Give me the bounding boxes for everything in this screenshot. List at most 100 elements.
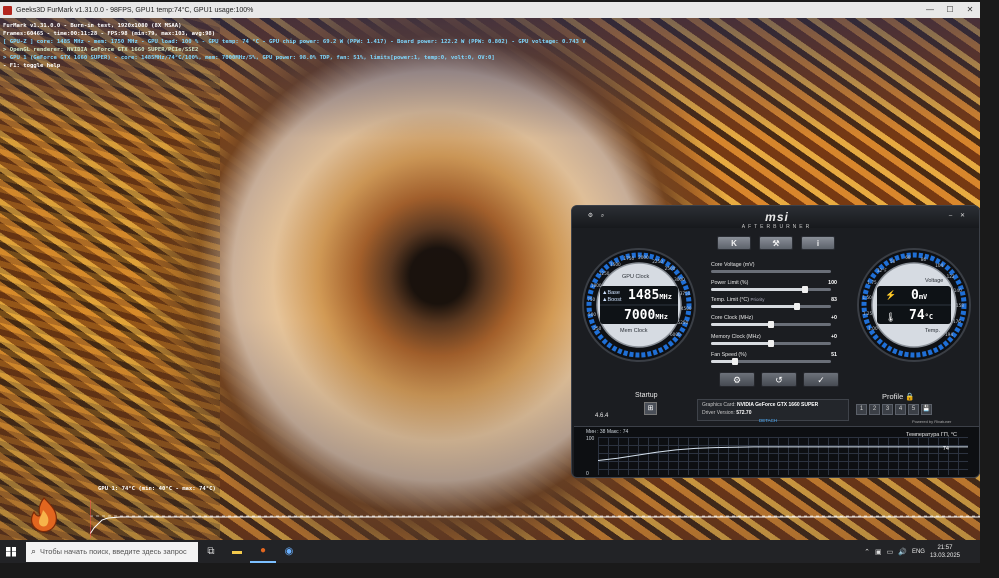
screen: Geeks3D FurMark v1.31.0.0 - 98FPS, GPU1 … (0, 0, 999, 578)
network-icon[interactable]: ▭ (887, 548, 894, 556)
fan-speed-slider[interactable]: Fan Speed (%) 51 (711, 352, 837, 365)
memory-clock-knob[interactable] (768, 340, 774, 347)
driver-row: Driver Version: 572.70 (702, 410, 848, 416)
window-title: Geeks3D FurMark v1.31.0.0 - 98FPS, GPU1 … (16, 6, 254, 14)
temp-limit-knob[interactable] (794, 303, 801, 310)
clock-date: 13.03.2025 (929, 552, 960, 559)
file-explorer-icon[interactable]: ▬ (224, 540, 250, 563)
core-voltage-track[interactable] (711, 270, 831, 273)
clock[interactable]: 21:57 13.03.2025 (930, 544, 960, 560)
window-controls: — ☐ ✕ (920, 2, 980, 18)
core-voltage-slider[interactable]: Core Voltage (mV) (711, 262, 831, 273)
mem-clock-number: 7000 (624, 308, 656, 323)
reset-button[interactable]: ↺ (761, 372, 797, 387)
taskbar-search[interactable]: ⌕ Чтобы начать поиск, введите здесь запр… (26, 541, 198, 562)
language-indicator[interactable]: ENG (912, 549, 925, 555)
furmark-taskbar-icon[interactable]: ● (250, 540, 276, 563)
temp-limit-slider[interactable]: Temp. Limit (°C) Priority 83 (711, 297, 837, 310)
lock-icon[interactable]: 🔒 (905, 392, 914, 401)
fan-speed-label: Fan Speed (%) (711, 352, 747, 358)
fan-speed-knob[interactable] (732, 358, 738, 365)
afterburner-tray-icon[interactable]: ▣ (875, 548, 882, 556)
fan-speed-value: 51 (831, 352, 837, 358)
gauge-tick-label: 750 (587, 297, 596, 303)
gauge-tick-label: 6000 (670, 332, 681, 338)
temp-value: 74°C (909, 308, 933, 323)
minimize-button[interactable]: — (920, 2, 940, 18)
temp-limit-value: 83 (831, 297, 837, 303)
search-icon[interactable]: ⌕ (598, 212, 607, 220)
task-view-icon[interactable]: ⧉ (198, 540, 224, 563)
profile-slots: 1 2 3 4 5 💾 (856, 404, 932, 415)
settings-button[interactable]: ⚙ (719, 372, 755, 387)
afterburner-window-controls: – ✕ (946, 212, 967, 220)
system-tray: ⌃ ▣ ▭ 🔊 ENG 21:57 13.03.2025 (864, 540, 960, 563)
core-clock-track[interactable] (711, 321, 831, 328)
temp-limit-fill (711, 305, 798, 308)
maximize-button[interactable]: ☐ (940, 2, 960, 18)
k-mode-button[interactable]: K (717, 236, 751, 250)
temp-number: 74 (909, 308, 925, 323)
profile-label: Profile 🔒 (882, 392, 915, 401)
save-profile-button[interactable]: 💾 (921, 404, 932, 415)
afterburner-header[interactable]: ⚙ ⌕ msi AFTERBURNER – ✕ (572, 206, 979, 230)
startup-windows-button[interactable]: ⊞ (644, 402, 657, 415)
detach-button[interactable]: DETACH (759, 418, 777, 423)
info-button[interactable]: i (801, 236, 835, 250)
monitor-graph (598, 446, 968, 462)
gauge-tick-label: 3000 (674, 277, 685, 283)
gauge-tick-label: 1.75 (867, 280, 877, 286)
temp-limit-track[interactable] (711, 303, 831, 310)
apply-button[interactable]: ✓ (803, 372, 839, 387)
start-button[interactable] (0, 540, 22, 563)
profile-slot[interactable]: 5 (908, 404, 919, 415)
hud-line-gpuz: [ GPU-Z ] core: 1485 MHz - mem: 1750 MHz… (3, 39, 586, 45)
monitor-current-value: 74 (942, 446, 949, 452)
power-limit-fill (711, 288, 805, 291)
profile-slot[interactable]: 1 (856, 404, 867, 415)
hardware-monitor[interactable]: Мин : 38 Макс : 74 100 0 Температура ГП,… (574, 426, 979, 477)
power-limit-label: Power Limit (%) (711, 280, 749, 286)
close-button[interactable]: ✕ (958, 212, 967, 220)
power-limit-slider[interactable]: Power Limit (%) 100 (711, 280, 837, 293)
gauge-tick-label: 1750 (623, 256, 635, 262)
power-limit-track[interactable] (711, 286, 831, 293)
close-button[interactable]: ✕ (960, 2, 980, 18)
gauge-tick-label: 50 (889, 259, 896, 264)
gauge-tick-label: 1.00 (868, 325, 878, 331)
gauge-tick-label: 176 (952, 318, 961, 324)
gauge-tick-label: 32°F (876, 267, 887, 273)
driver-label: Driver Version: (702, 410, 735, 416)
hud-line-title: FurMark v1.31.0.0 - Burn-in test, 1920x1… (3, 23, 182, 29)
gauge-tick-label: 86 (920, 256, 927, 262)
afterburner-window[interactable]: ⚙ ⌕ msi AFTERBURNER – ✕ GPU Clock ▲Base … (571, 205, 980, 478)
core-clock-knob[interactable] (768, 321, 774, 328)
oc-scanner-button[interactable]: ⚒ (759, 236, 793, 250)
gauge-tick-label: 68 (905, 255, 911, 261)
hud-line-frames: Frames:60465 - time:00:11:28 - FPS:98 (m… (3, 31, 216, 37)
volume-icon[interactable]: 🔊 (898, 548, 907, 556)
fan-speed-track[interactable] (711, 358, 831, 365)
gauge-tick-label: 2500 (664, 266, 676, 272)
gpu-clock-gauge: GPU Clock ▲Base ▲Boost 1485MHz 7000MHz M… (580, 230, 698, 380)
chevron-up-icon[interactable]: ⌃ (864, 548, 870, 556)
driver-value: 572.70 (736, 410, 752, 416)
minimize-button[interactable]: – (946, 212, 955, 220)
gauge-tick-label: 2000 (638, 255, 649, 261)
power-limit-knob[interactable] (801, 286, 808, 293)
profile-slot[interactable]: 4 (895, 404, 906, 415)
afterburner-top-icons: ⚙ ⌕ (586, 212, 607, 220)
hud-line-gpu1: > GPU 1 (GeForce GTX 1660 SUPER) - core:… (3, 55, 495, 61)
profile-slot[interactable]: 2 (869, 404, 880, 415)
core-clock-slider[interactable]: Core Clock (MHz) +0 (711, 315, 837, 328)
furmark-titlebar[interactable]: Geeks3D FurMark v1.31.0.0 - 98FPS, GPU1 … (0, 2, 980, 18)
memory-clock-slider[interactable]: Memory Clock (MHz) +0 (711, 334, 837, 347)
profile-slot[interactable]: 3 (882, 404, 893, 415)
memory-clock-track[interactable] (711, 340, 831, 347)
base-label: ▲Base (602, 290, 620, 296)
afterburner-taskbar-icon[interactable]: ◉ (276, 540, 302, 563)
search-icon: ⌕ (31, 546, 37, 556)
core-clock-value: +0 (830, 315, 837, 321)
lightning-icon: ⚡ (885, 290, 897, 300)
settings-icon[interactable]: ⚙ (586, 212, 595, 220)
